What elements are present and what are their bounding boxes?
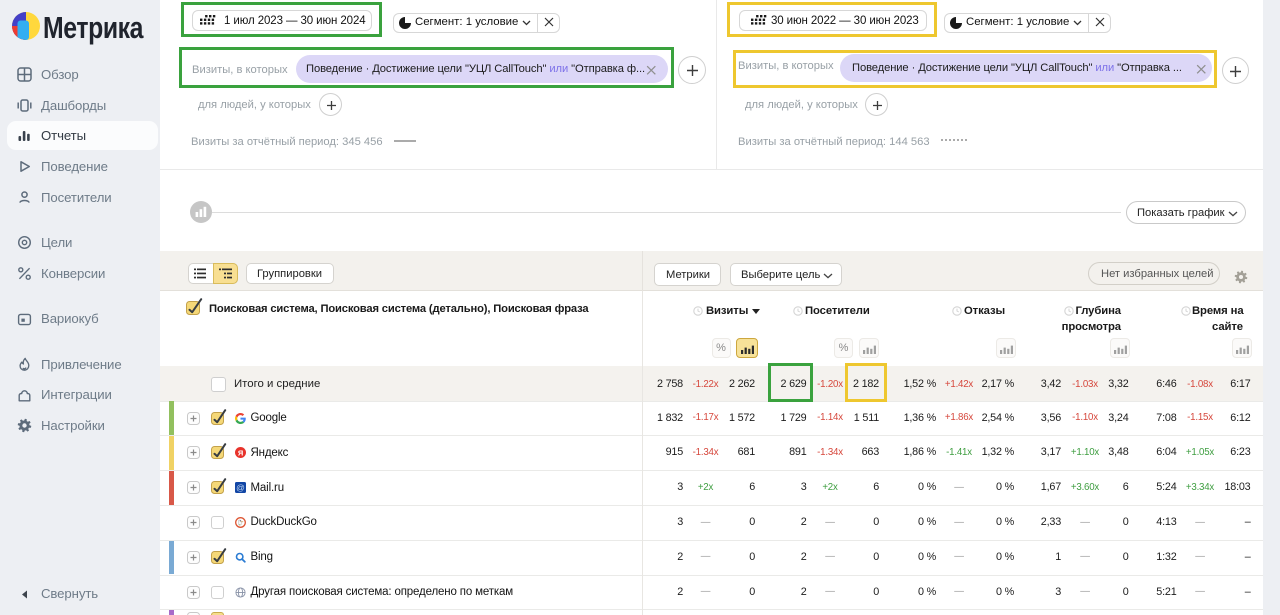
svg-text:@: @	[236, 482, 245, 492]
svg-text:Я: Я	[237, 449, 242, 458]
